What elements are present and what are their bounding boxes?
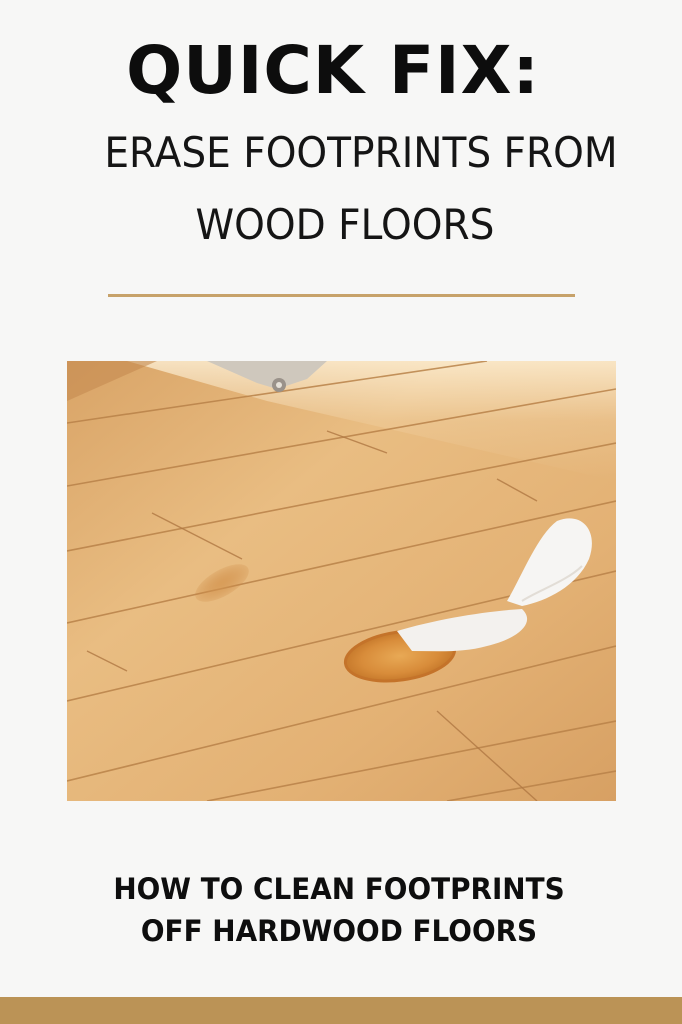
hardwood-floor-illustration [67, 361, 616, 801]
caption-line-1: HOW TO CLEAN FOOTPRINTS [113, 872, 565, 906]
subtitle-line-2: WOOD FLOORS [195, 200, 495, 249]
floor-photo [67, 361, 616, 801]
subtitle-line-1: ERASE FOOTPRINTS FROM [104, 128, 618, 177]
divider-rule [108, 294, 575, 297]
footer-color-bar [0, 997, 682, 1024]
headline: QUICK FIX: [126, 32, 540, 109]
pin-card: QUICK FIX: ERASE FOOTPRINTS FROM WOOD FL… [0, 0, 682, 1024]
caption-line-2: OFF HARDWOOD FLOORS [140, 914, 538, 948]
